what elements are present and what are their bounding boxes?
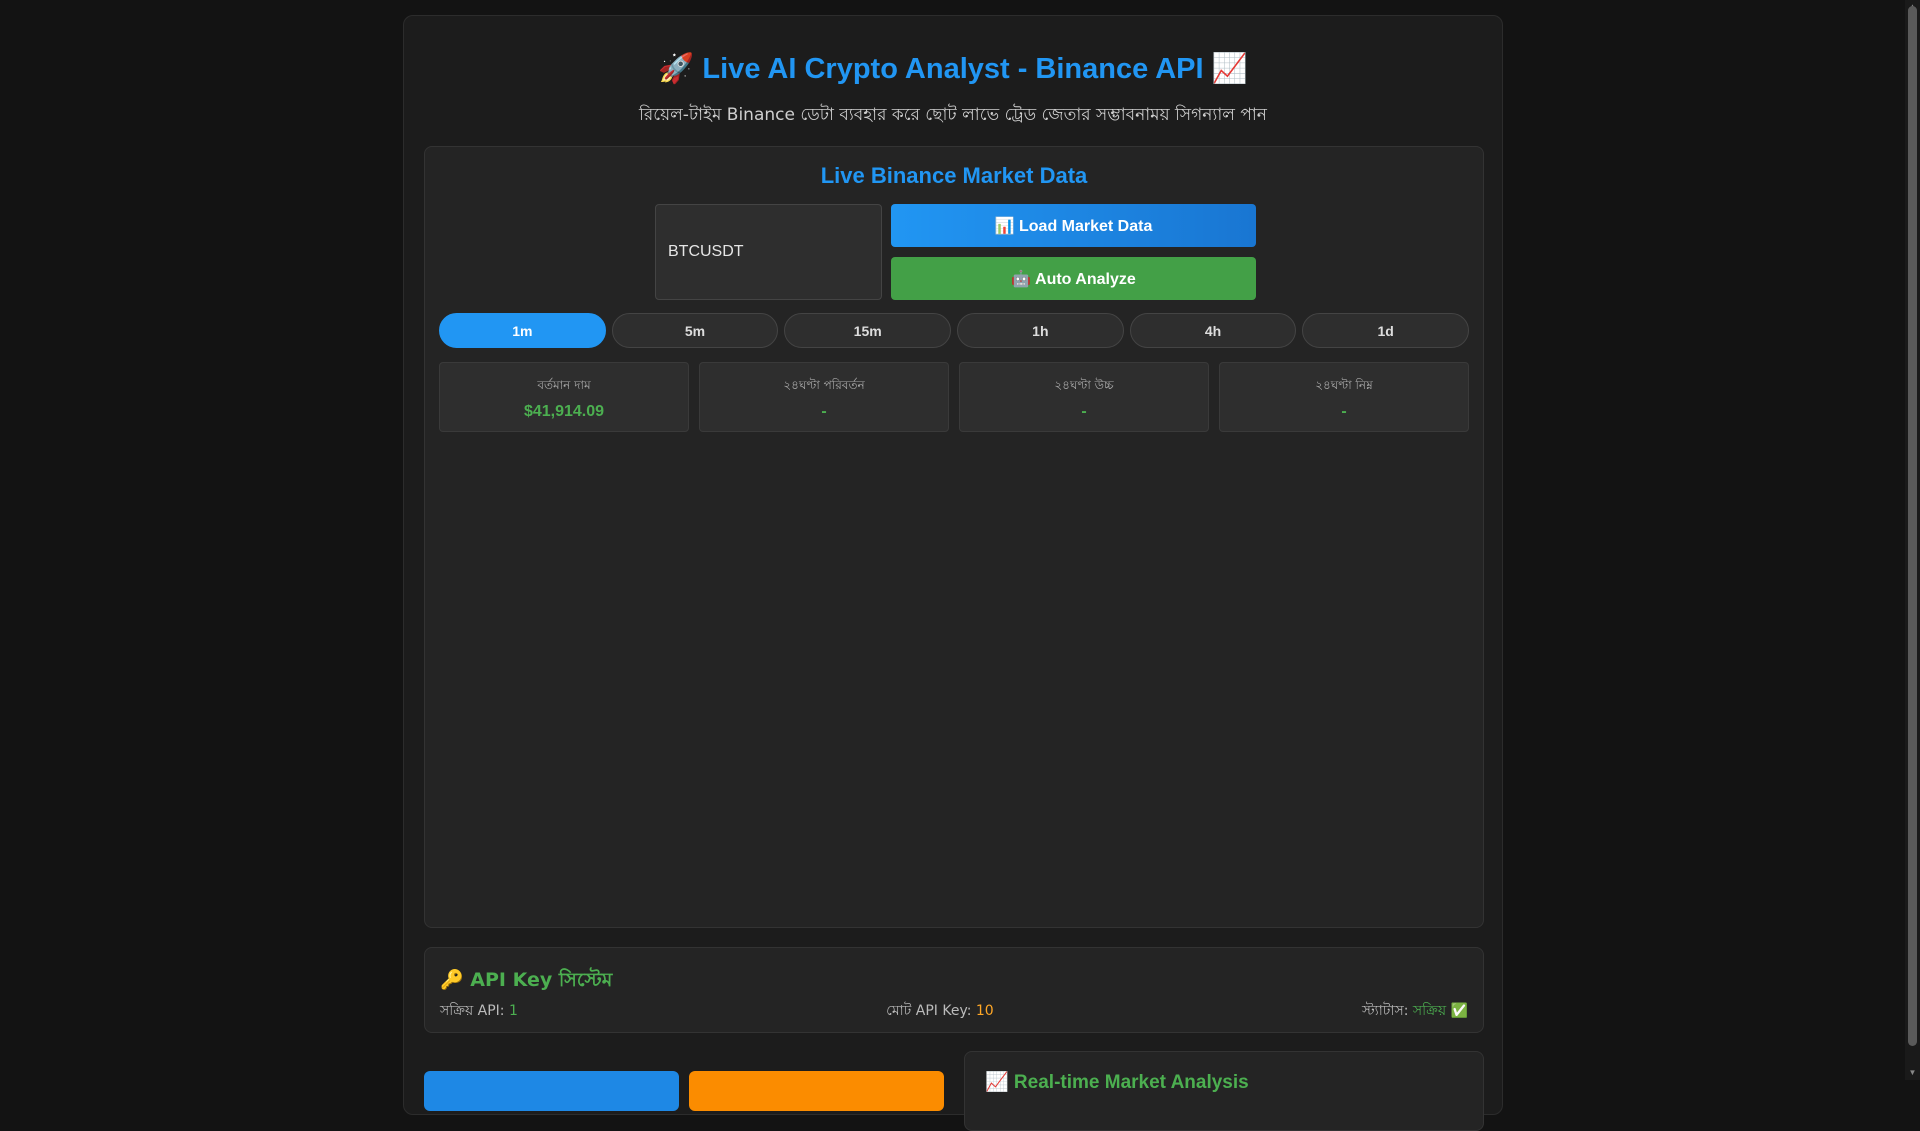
analysis-panel-title: 📈 Real-time Market Analysis: [985, 1072, 1249, 1093]
stat-value: -: [1081, 403, 1087, 420]
active-api-info: সক্রিয় API: 1: [440, 999, 518, 1023]
total-api-info: মোট API Key: 10: [886, 999, 994, 1023]
stat-label: ২৪ঘণ্টা পরিবর্তন: [783, 378, 865, 392]
scroll-down-icon[interactable]: ▼: [1905, 1066, 1920, 1080]
page-subtitle: রিয়েল-টাইম Binance ডেটা ব্যবহার করে ছোট…: [639, 105, 1267, 125]
stat-label: ২৪ঘণ্টা উচ্চ: [1054, 378, 1114, 392]
market-data-panel: Live Binance Market Data 📊 Load Market D…: [424, 146, 1484, 928]
realtime-analysis-panel: 📈 Real-time Market Analysis: [964, 1051, 1484, 1131]
market-panel-title: Live Binance Market Data: [820, 163, 1088, 188]
symbol-input[interactable]: [655, 204, 882, 300]
active-api-value: 1: [508, 1003, 518, 1019]
api-key-panel: 🔑 API Key সিস্টেম সক্রিয় API: 1 মোট API…: [424, 947, 1484, 1033]
page-title: 🚀 Live AI Crypto Analyst - Binance API 📈: [658, 53, 1248, 85]
stat-current-price: বর্তমান দাম $41,914.09: [439, 362, 689, 432]
active-api-label: সক্রিয় API:: [440, 1003, 505, 1019]
page-scrollbar[interactable]: ▲ ▼: [1905, 0, 1920, 1080]
stat-value: -: [1341, 403, 1347, 420]
api-status-value: সক্রিয় ✅: [1412, 1003, 1468, 1019]
scroll-thumb[interactable]: [1908, 6, 1917, 1046]
api-status-row: সক্রিয় API: 1 মোট API Key: 10 স্ট্যাটাস…: [440, 999, 1468, 1023]
total-api-value: 10: [975, 1003, 994, 1019]
chart-area: [439, 447, 1469, 917]
timeframe-5m-button[interactable]: 5m: [611, 313, 779, 348]
stat-value: -: [821, 403, 827, 420]
stat-24h-low: ২৪ঘণ্টা নিম্ন -: [1219, 362, 1469, 432]
market-stats: বর্তমান দাম $41,914.09 ২৪ঘণ্টা পরিবর্তন …: [439, 362, 1469, 432]
bottom-action-button-orange[interactable]: [689, 1071, 944, 1111]
timeframe-1h-button[interactable]: 1h: [957, 313, 1124, 348]
load-market-data-button[interactable]: 📊 Load Market Data: [891, 204, 1256, 247]
timeframe-15m-button[interactable]: 15m: [784, 313, 952, 348]
api-panel-title: 🔑 API Key সিস্টেম: [440, 969, 613, 991]
api-status-label: স্ট্যাটাস:: [1361, 1003, 1409, 1019]
timeframe-1m-button[interactable]: 1m: [439, 313, 606, 348]
timeframe-1d-button[interactable]: 1d: [1302, 313, 1470, 348]
api-status-info: স্ট্যাটাস: সক্রিয় ✅: [1362, 999, 1468, 1023]
auto-analyze-button[interactable]: 🤖 Auto Analyze: [891, 257, 1256, 300]
stat-label: ২৪ঘণ্টা নিম্ন: [1315, 378, 1373, 392]
timeframe-4h-button[interactable]: 4h: [1129, 313, 1297, 348]
timeframe-selector: 1m 5m 15m 1h 4h 1d: [439, 313, 1470, 348]
stat-24h-change: ২৪ঘণ্টা পরিবর্তন -: [699, 362, 949, 432]
stat-value: $41,914.09: [523, 403, 605, 420]
main-container: 🚀 Live AI Crypto Analyst - Binance API 📈…: [403, 15, 1503, 1131]
stat-label: বর্তমান দাম: [537, 378, 591, 392]
total-api-label: মোট API Key:: [886, 1003, 972, 1019]
bottom-action-button-blue[interactable]: [424, 1071, 679, 1111]
stat-24h-high: ২৪ঘণ্টা উচ্চ -: [959, 362, 1209, 432]
